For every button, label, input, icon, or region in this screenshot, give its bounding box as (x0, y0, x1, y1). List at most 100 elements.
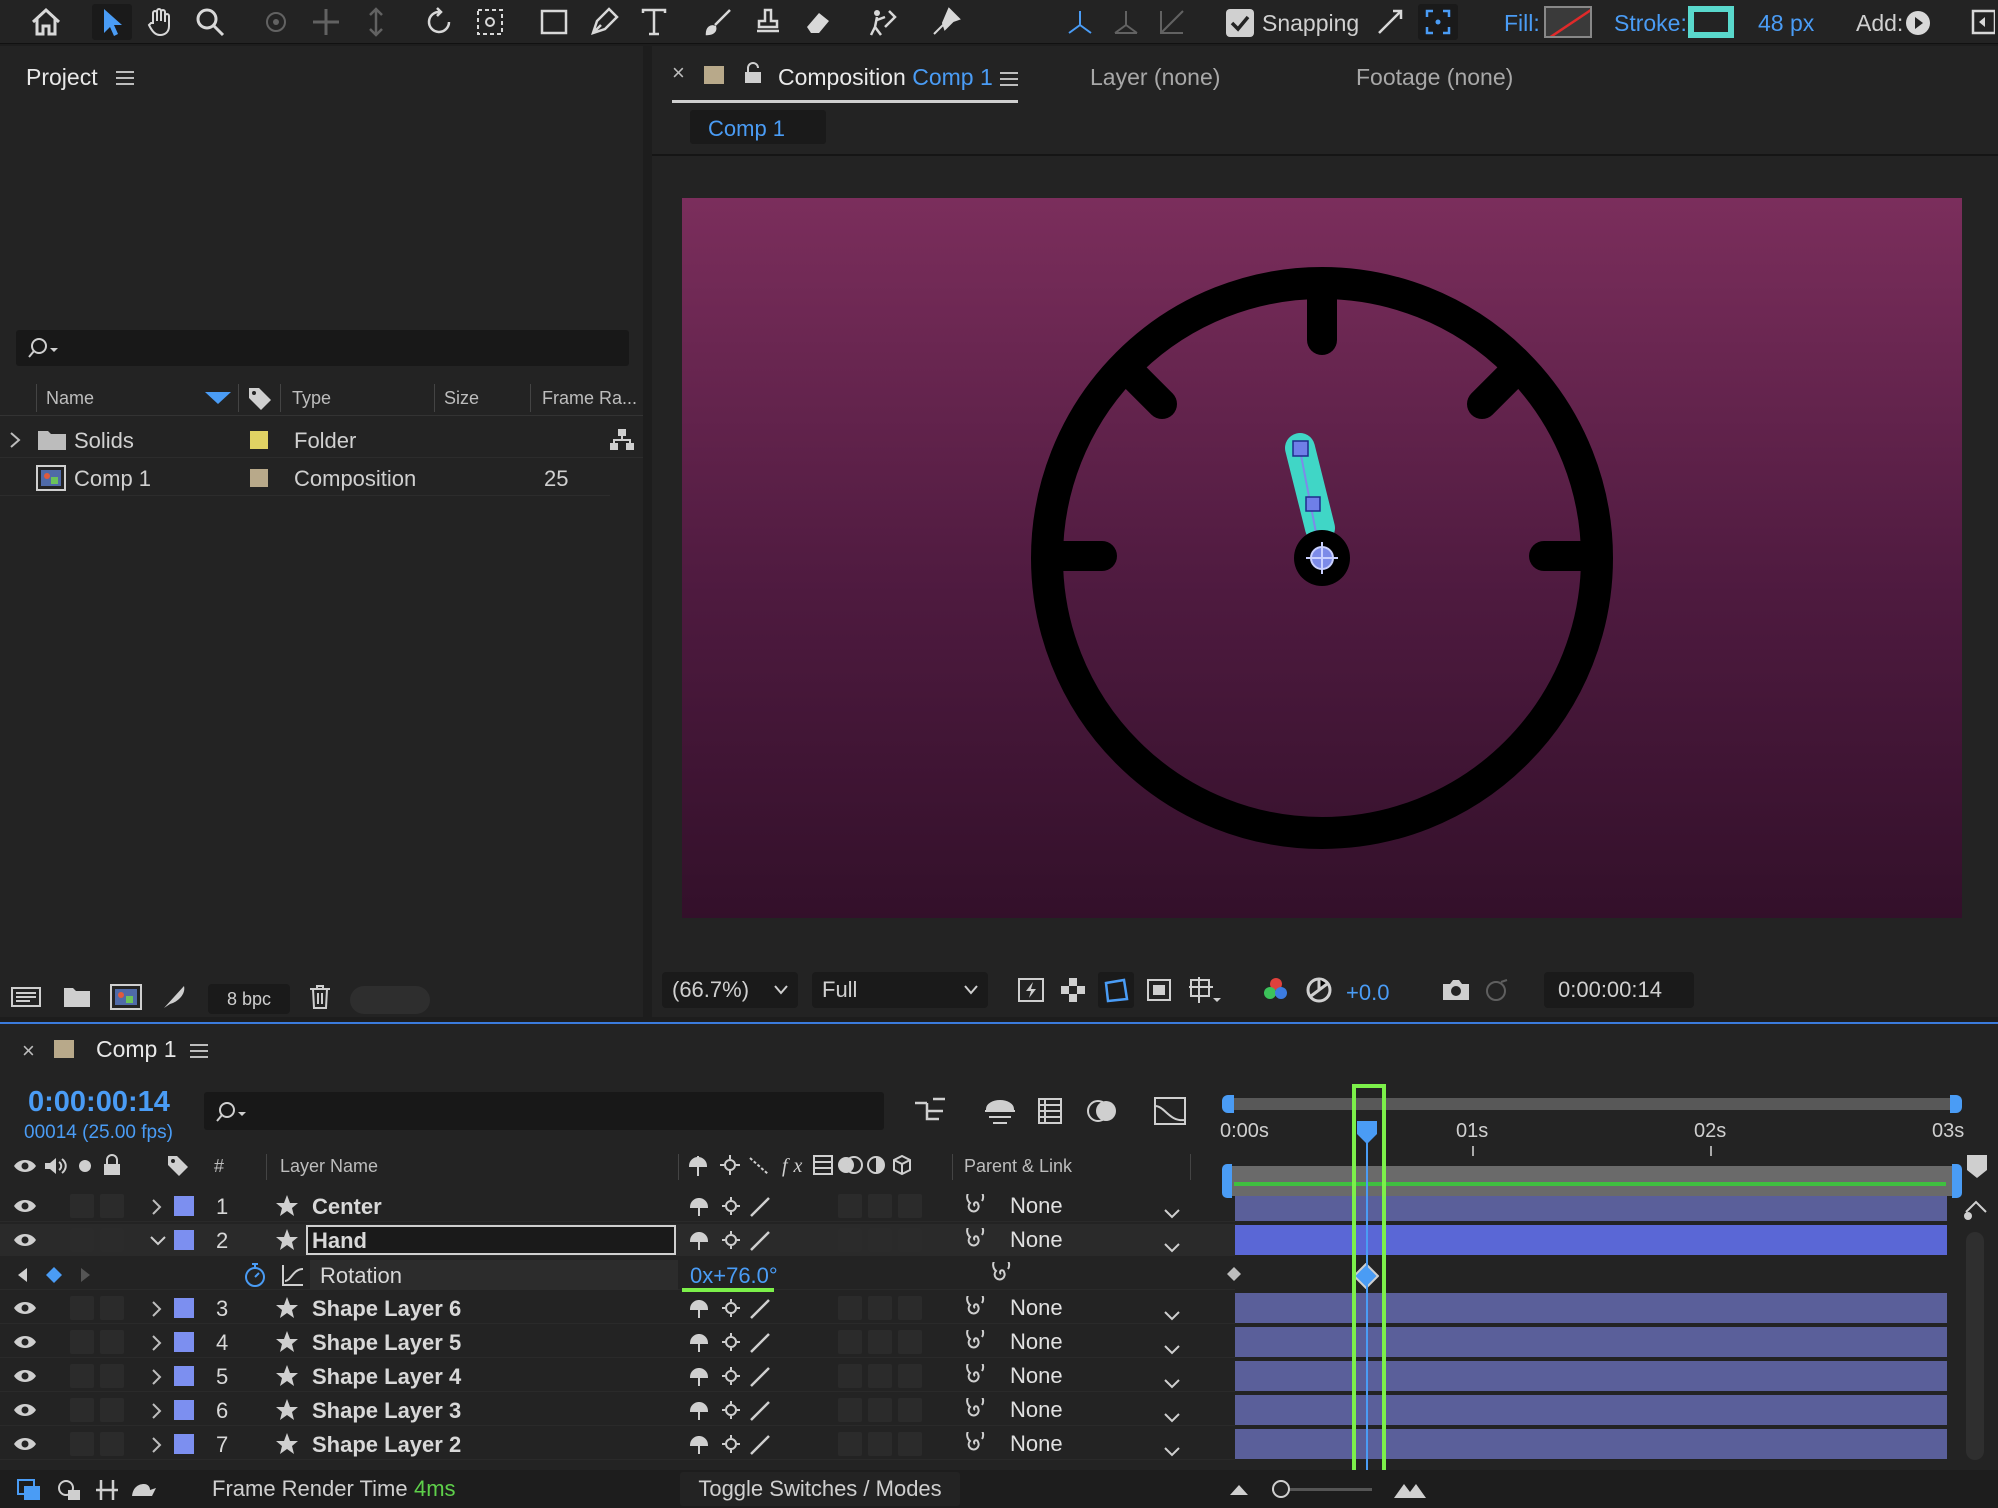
mask-visibility-icon[interactable] (1098, 972, 1134, 1008)
mode-switch[interactable] (898, 1432, 922, 1456)
snapshot-camera-icon[interactable] (1438, 974, 1474, 1006)
timeline-layer-row[interactable]: 1 Center None (0, 1190, 1947, 1222)
mode-switch[interactable] (898, 1296, 922, 1320)
column-name[interactable]: Name (46, 388, 94, 409)
bpc-toggle[interactable]: 8 bpc (208, 984, 290, 1014)
clone-stamp-tool-icon[interactable] (748, 4, 788, 40)
rotate-tool-icon[interactable] (420, 4, 460, 40)
expand-chevron-icon[interactable] (150, 1300, 164, 1318)
previous-keyframe-icon[interactable] (14, 1266, 30, 1284)
visibility-eye-icon[interactable] (12, 1400, 38, 1420)
stroke-swatch[interactable] (1688, 6, 1734, 38)
anchor-point-tool-icon[interactable] (470, 4, 510, 40)
mode-switch[interactable] (898, 1330, 922, 1354)
layer-name[interactable]: Shape Layer 2 (312, 1432, 461, 1458)
new-composition-icon[interactable] (108, 982, 144, 1012)
solo-switch[interactable] (70, 1398, 94, 1422)
video-visibility-header-icon[interactable] (12, 1154, 38, 1178)
layer-name[interactable]: Hand (306, 1225, 676, 1255)
hand-tool-icon[interactable] (140, 4, 180, 40)
footage-tab[interactable]: Footage (none) (1356, 64, 1513, 91)
layer-name[interactable]: Shape Layer 6 (312, 1296, 461, 1322)
column-layer-name[interactable]: Layer Name (280, 1156, 378, 1177)
lock-switch[interactable] (100, 1194, 124, 1218)
column-size[interactable]: Size (444, 388, 479, 409)
layer-switches[interactable] (688, 1228, 774, 1252)
layer-label-color[interactable] (174, 1400, 194, 1420)
solo-header-icon[interactable] (74, 1154, 96, 1178)
layer-label-color[interactable] (174, 1366, 194, 1386)
mode-switch[interactable] (838, 1228, 862, 1252)
thumbnail-slider[interactable] (350, 986, 430, 1014)
exposure-value[interactable]: +0.0 (1346, 980, 1389, 1006)
toggle-switches-modes-button[interactable]: Toggle Switches / Modes (680, 1472, 960, 1506)
visibility-eye-icon[interactable] (12, 1230, 38, 1250)
layer-switches-toggle-icon[interactable] (14, 1476, 44, 1504)
pick-whip-icon[interactable] (962, 1228, 988, 1252)
property-pick-whip-icon[interactable] (988, 1262, 1014, 1286)
mode-switch[interactable] (868, 1398, 892, 1422)
layer-label-color[interactable] (174, 1298, 194, 1318)
mode-switch[interactable] (868, 1228, 892, 1252)
work-area-end[interactable] (1952, 1164, 1962, 1198)
pick-whip-icon[interactable] (962, 1194, 988, 1218)
composition-canvas[interactable] (682, 198, 1962, 918)
timeline-layer-row[interactable]: 4 Shape Layer 5 None (0, 1326, 1947, 1358)
layer-duration-bar[interactable] (1235, 1429, 1947, 1459)
graph-icon[interactable] (280, 1262, 306, 1288)
parent-dropdown[interactable]: None (1000, 1193, 1180, 1221)
label-header-icon[interactable] (164, 1152, 192, 1178)
keyframe-diamond[interactable] (1226, 1266, 1242, 1282)
project-search-input[interactable] (16, 330, 629, 366)
rotation-value[interactable]: 0x+76.0° (690, 1263, 778, 1289)
lock-icon[interactable] (742, 60, 764, 86)
mode-switch[interactable] (838, 1364, 862, 1388)
orbit-camera-icon[interactable] (256, 4, 296, 40)
label-color-swatch[interactable] (250, 431, 268, 449)
layer-switches[interactable] (688, 1398, 774, 1422)
visibility-eye-icon[interactable] (12, 1298, 38, 1318)
fast-previews-icon[interactable] (1014, 974, 1048, 1006)
grid-guides-icon[interactable] (1184, 974, 1224, 1006)
mode-switch[interactable] (838, 1432, 862, 1456)
collapse-chevron-icon[interactable] (148, 1234, 168, 1248)
timeline-layer-row-partial[interactable] (0, 1462, 1235, 1470)
motion-blur-icon[interactable] (1082, 1094, 1122, 1128)
parent-dropdown[interactable]: None (1000, 1363, 1180, 1391)
puppet-pin-tool-icon[interactable] (926, 4, 966, 40)
interpret-footage-icon[interactable] (8, 982, 44, 1012)
expand-chevron-icon[interactable] (150, 1368, 164, 1386)
fill-swatch[interactable] (1544, 6, 1592, 38)
layer-duration-bar[interactable] (1235, 1395, 1947, 1425)
parent-dropdown[interactable]: None (1000, 1295, 1180, 1323)
expand-chevron-icon[interactable] (6, 430, 24, 450)
pan-camera-icon[interactable] (306, 4, 346, 40)
timeline-scrollbar-icon[interactable] (1962, 1194, 1992, 1224)
zoom-out-icon[interactable] (1226, 1480, 1252, 1500)
mode-switch[interactable] (868, 1330, 892, 1354)
parent-dropdown[interactable]: None (1000, 1227, 1180, 1255)
pick-whip-icon[interactable] (962, 1432, 988, 1456)
sort-arrow-icon[interactable] (204, 390, 232, 406)
layer-duration-bar[interactable] (1235, 1361, 1947, 1391)
mode-switch[interactable] (898, 1228, 922, 1252)
snap-features-icon[interactable] (1418, 4, 1458, 40)
draft-3d-icon[interactable] (980, 1094, 1020, 1128)
timeline-menu-icon[interactable] (190, 1044, 208, 1058)
close-tab-icon[interactable]: × (672, 60, 692, 85)
visibility-eye-icon[interactable] (12, 1196, 38, 1216)
visibility-eye-icon[interactable] (12, 1434, 38, 1454)
property-row-rotation[interactable]: Rotation 0x+76.0° (0, 1258, 1379, 1292)
layer-name[interactable]: Center (312, 1194, 382, 1220)
new-folder-icon[interactable] (60, 982, 94, 1012)
project-item-solids[interactable]: Solids Folder (0, 422, 643, 458)
parent-dropdown[interactable]: None (1000, 1397, 1180, 1425)
expand-chevron-icon[interactable] (150, 1198, 164, 1216)
comp-marker-bin-icon[interactable] (1966, 1154, 1988, 1180)
timeline-layer-row[interactable]: 5 Shape Layer 4 None (0, 1360, 1947, 1392)
lock-switch[interactable] (100, 1398, 124, 1422)
solo-switch[interactable] (70, 1364, 94, 1388)
solo-switch[interactable] (70, 1296, 94, 1320)
region-of-interest-icon[interactable] (1142, 974, 1176, 1006)
layer-duration-bar[interactable] (1235, 1327, 1947, 1357)
